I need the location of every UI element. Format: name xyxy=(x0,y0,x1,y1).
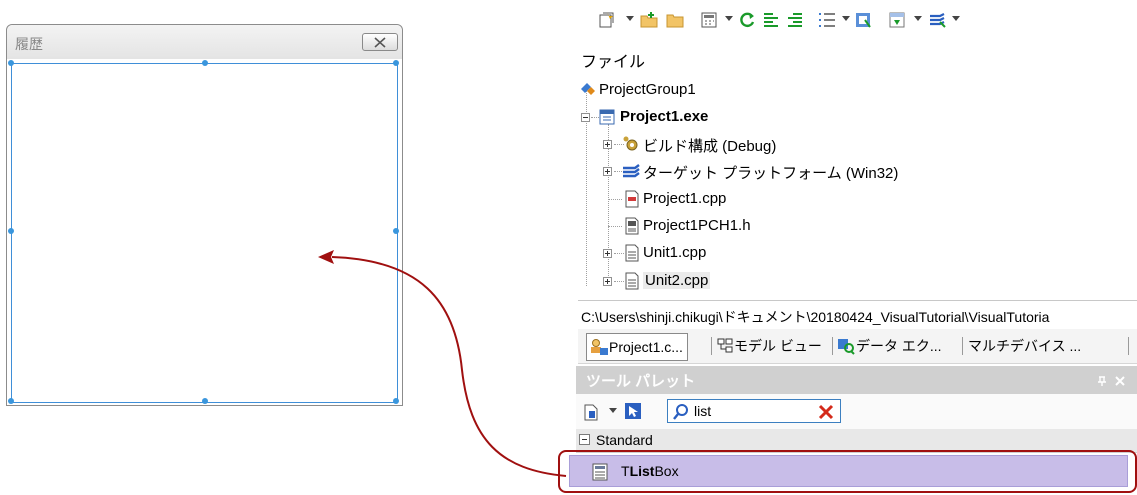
expand-toggle[interactable] xyxy=(603,140,612,149)
tab-label: モデル ビュー xyxy=(734,338,822,354)
tool-palette-toolbar xyxy=(576,394,1137,429)
pin-icon[interactable] xyxy=(1096,375,1108,387)
project-exe-icon xyxy=(599,109,615,125)
project-group-icon xyxy=(581,83,595,95)
tree-connector xyxy=(608,199,622,200)
tree-item-label: Project1PCH1.h xyxy=(643,217,751,234)
deploy-icon[interactable] xyxy=(888,11,906,29)
data-explorer-icon xyxy=(838,339,855,355)
tab-label: マルチデバイス ... xyxy=(968,338,1082,354)
category-label: Standard xyxy=(596,432,653,448)
calculator-icon[interactable] xyxy=(700,11,718,29)
platform-stack-icon xyxy=(623,164,640,178)
tree-item-label: ビルド構成 (Debug) xyxy=(643,138,777,155)
model-view-icon xyxy=(717,338,733,353)
dropdown-arrow-icon[interactable] xyxy=(626,16,634,21)
project-path-bar: C:\Users\shinji.chikugi\ドキュメント\20180424_… xyxy=(578,300,1137,329)
tab-multi-device[interactable]: マルチデバイス ... xyxy=(968,333,1081,359)
dropdown-arrow-icon[interactable] xyxy=(725,16,733,21)
tab-project-manager[interactable]: Project1.c... xyxy=(586,333,688,361)
unit-file-icon xyxy=(625,272,639,290)
tree-item-label: Project1.cpp xyxy=(643,190,727,207)
refresh-icon[interactable] xyxy=(738,11,756,29)
dropdown-arrow-icon[interactable] xyxy=(842,16,850,21)
expand-toggle[interactable] xyxy=(603,277,612,286)
tree-item-label: Project1.exe xyxy=(620,108,709,125)
palette-search-input[interactable] xyxy=(694,402,794,420)
tab-label: データ エク... xyxy=(856,338,942,354)
unit-file-icon xyxy=(625,244,639,262)
dropdown-arrow-icon[interactable] xyxy=(609,408,617,413)
tab-separator xyxy=(962,337,963,355)
project-manager-tree: ファイル ProjectGroup1 Project1.exe ビルド構成 (D… xyxy=(578,42,1137,300)
tab-separator xyxy=(832,337,833,355)
dropdown-arrow-icon[interactable] xyxy=(952,16,960,21)
open-folder-icon[interactable] xyxy=(666,11,684,29)
collapse-toggle[interactable] xyxy=(579,434,590,445)
tab-label: Project1.c... xyxy=(609,339,683,355)
tree-item-label: ターゲット プラットフォーム (Win32) xyxy=(643,165,899,182)
cpp-file-icon xyxy=(625,190,639,208)
close-icon[interactable] xyxy=(1114,375,1126,387)
stack-icon[interactable] xyxy=(928,11,946,29)
list-icon[interactable] xyxy=(818,11,836,29)
tab-data-explorer[interactable]: データ エク... xyxy=(836,333,942,359)
tool-palette-title: ツール パレット xyxy=(586,373,696,390)
align-left-icon[interactable] xyxy=(762,11,780,29)
tab-model-view[interactable]: モデル ビュー xyxy=(716,333,822,359)
tree-connector xyxy=(608,226,622,227)
clear-search-icon[interactable] xyxy=(818,404,834,420)
component-icon[interactable] xyxy=(854,11,872,29)
tab-separator xyxy=(711,337,712,355)
ide-toolbar xyxy=(578,0,1137,40)
search-icon xyxy=(673,404,688,420)
align-right-icon[interactable] xyxy=(786,11,804,29)
new-item-icon[interactable] xyxy=(598,11,616,29)
tree-item-label: Unit2.cpp xyxy=(643,272,711,289)
expand-toggle[interactable] xyxy=(603,249,612,258)
header-file-icon xyxy=(625,217,639,235)
project-manager-icon xyxy=(591,339,608,355)
tree-item-label: ProjectGroup1 xyxy=(599,81,696,98)
highlight-outline xyxy=(558,450,1137,493)
gear-icon xyxy=(623,136,638,151)
tab-separator xyxy=(1128,337,1129,355)
expand-toggle[interactable] xyxy=(603,167,612,176)
dropdown-arrow-icon[interactable] xyxy=(914,16,922,21)
panel-tabs: Project1.c... モデル ビュー データ エク... マルチデバイス … xyxy=(578,329,1137,364)
tree-header: ファイル xyxy=(581,54,646,71)
palette-search-box[interactable] xyxy=(667,399,841,423)
add-file-icon[interactable] xyxy=(640,11,658,29)
pointer-tool-icon[interactable] xyxy=(624,402,642,420)
tree-item-label: Unit1.cpp xyxy=(643,244,707,261)
project-path-text: C:\Users\shinji.chikugi\ドキュメント\20180424_… xyxy=(581,309,1050,325)
new-palette-icon[interactable] xyxy=(583,402,601,422)
tool-palette-header[interactable]: ツール パレット xyxy=(576,366,1137,394)
collapse-toggle[interactable] xyxy=(581,113,590,122)
